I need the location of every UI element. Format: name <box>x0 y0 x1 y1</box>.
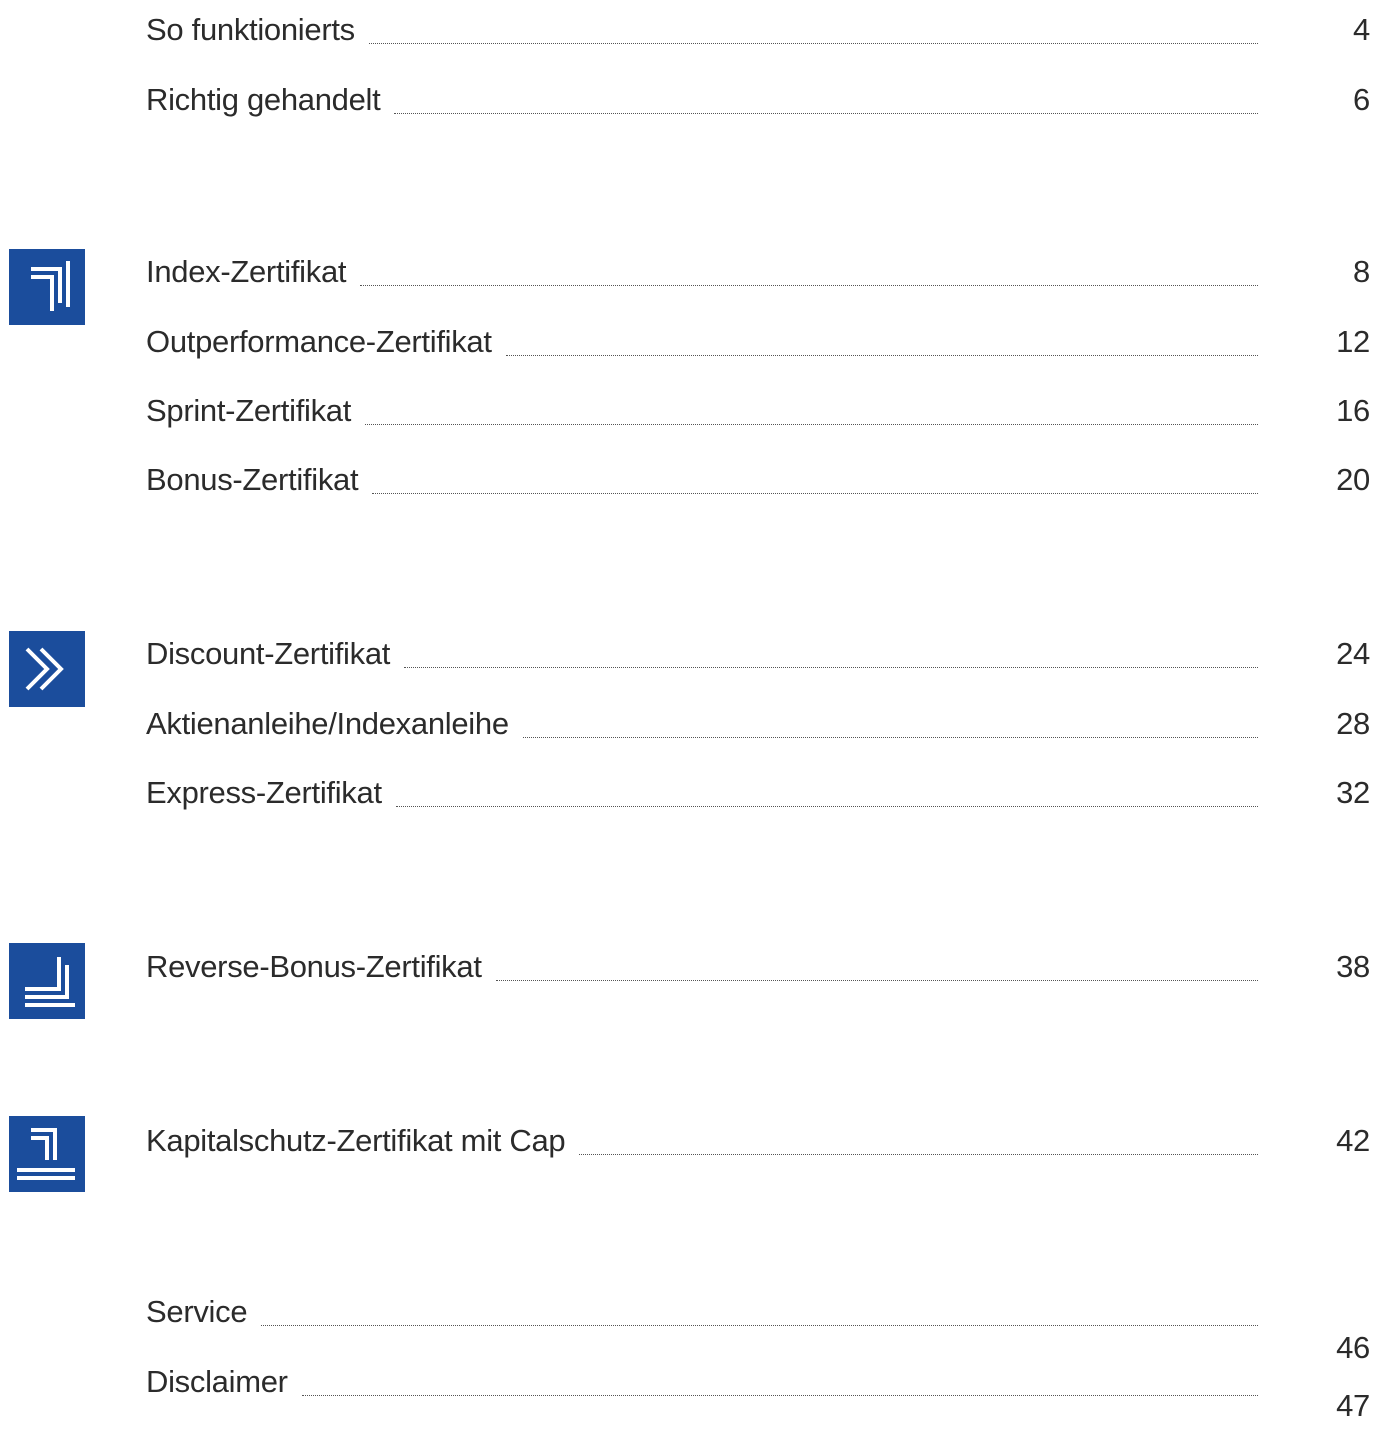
toc-entry-bonus-zertifikat[interactable]: Bonus-Zertifikat <box>146 456 1258 500</box>
toc-entry-service[interactable]: Service <box>146 1288 1258 1332</box>
toc-entry-richtig-gehandelt[interactable]: Richtig gehandelt <box>146 76 1258 120</box>
toc-page-number: 20 <box>1336 462 1370 497</box>
falling-corner-arrows-icon <box>9 943 85 1019</box>
toc-entry-label: Bonus-Zertifikat <box>146 462 359 497</box>
toc-page-number: 46 <box>1336 1330 1370 1365</box>
toc-page-number: 24 <box>1336 636 1370 671</box>
toc-page-number: 47 <box>1336 1388 1370 1423</box>
toc-entry-label: Service <box>146 1294 248 1329</box>
toc-entry-index-zertifikat[interactable]: Index-Zertifikat <box>146 248 1258 292</box>
dot-leader <box>522 737 1258 738</box>
toc-entry-label: Express-Zertifikat <box>146 775 382 810</box>
toc-page-number: 32 <box>1336 775 1370 810</box>
toc-entry-outperformance-zertifikat[interactable]: Outperformance-Zertifikat <box>146 318 1258 362</box>
toc-page-number: 6 <box>1353 82 1370 117</box>
toc-entry-discount-zertifikat[interactable]: Discount-Zertifikat <box>146 630 1258 674</box>
toc-page-number: 4 <box>1353 12 1370 47</box>
dot-leader <box>495 980 1258 981</box>
toc-page-number: 38 <box>1336 949 1370 984</box>
toc-entry-label: Aktienanleihe/Indexanleihe <box>146 706 509 741</box>
dot-leader <box>372 493 1258 494</box>
toc-page-number: 8 <box>1353 254 1370 289</box>
dot-leader <box>404 667 1258 668</box>
double-chevron-right-icon <box>9 631 85 707</box>
toc-entry-label: Reverse-Bonus-Zertifikat <box>146 949 482 984</box>
rising-corner-arrows-icon <box>9 249 85 325</box>
dot-leader <box>368 43 1258 44</box>
toc-entry-so-funktionierts[interactable]: So funktionierts <box>146 6 1258 50</box>
toc-entry-label: Outperformance-Zertifikat <box>146 324 492 359</box>
toc-entry-label: Discount-Zertifikat <box>146 636 391 671</box>
toc-page-number: 12 <box>1336 324 1370 359</box>
toc-page-number: 42 <box>1336 1123 1370 1158</box>
toc-entry-label: So funktionierts <box>146 12 355 47</box>
dot-leader <box>301 1395 1258 1396</box>
toc-entry-express-zertifikat[interactable]: Express-Zertifikat <box>146 769 1258 813</box>
dot-leader <box>395 806 1258 807</box>
toc-entry-reverse-bonus-zertifikat[interactable]: Reverse-Bonus-Zertifikat <box>146 943 1258 987</box>
toc-entry-label: Index-Zertifikat <box>146 254 347 289</box>
toc-entry-disclaimer[interactable]: Disclaimer <box>146 1358 1258 1402</box>
dot-leader <box>360 285 1258 286</box>
dot-leader <box>261 1325 1258 1326</box>
protected-corner-arrows-icon <box>9 1116 85 1192</box>
dot-leader <box>579 1154 1258 1155</box>
toc-entry-label: Sprint-Zertifikat <box>146 393 352 428</box>
toc-entry-label: Kapitalschutz-Zertifikat mit Cap <box>146 1123 566 1158</box>
dot-leader <box>365 424 1258 425</box>
dot-leader <box>394 113 1258 114</box>
toc-entry-sprint-zertifikat[interactable]: Sprint-Zertifikat <box>146 387 1258 431</box>
toc-page-number: 16 <box>1336 393 1370 428</box>
toc-page-number: 28 <box>1336 706 1370 741</box>
toc-entry-label: Disclaimer <box>146 1364 288 1399</box>
dot-leader <box>505 355 1258 356</box>
toc-entry-kapitalschutz-zertifikat-mit-cap[interactable]: Kapitalschutz-Zertifikat mit Cap <box>146 1117 1258 1161</box>
toc-entry-aktienanleihe-indexanleihe[interactable]: Aktienanleihe/Indexanleihe <box>146 700 1258 744</box>
toc-entry-label: Richtig gehandelt <box>146 82 381 117</box>
